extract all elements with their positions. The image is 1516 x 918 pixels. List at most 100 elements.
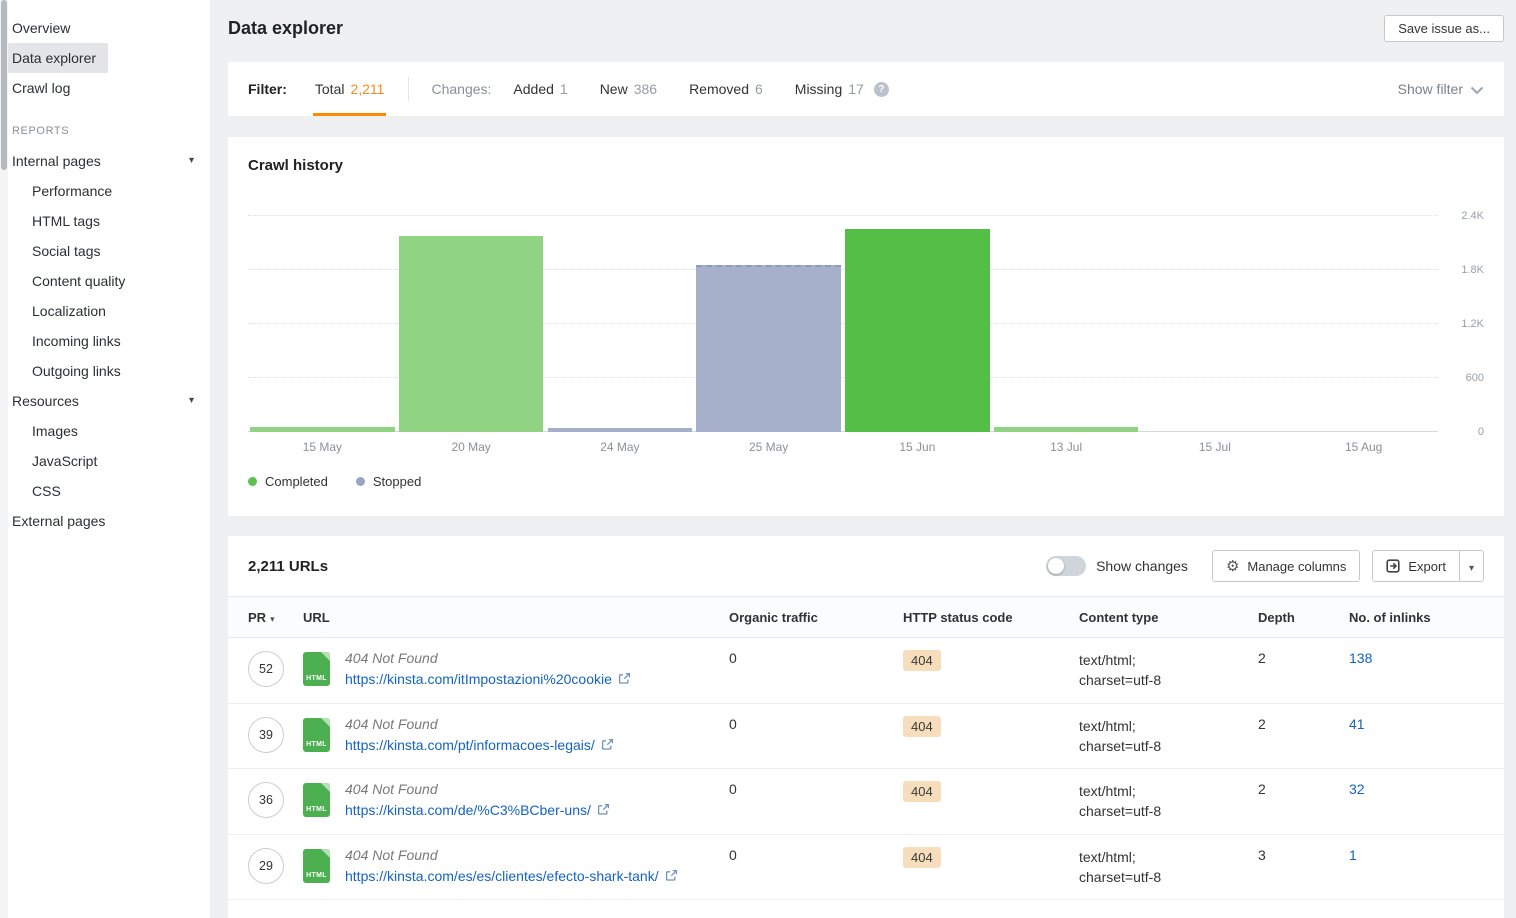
filter-missing[interactable]: Missing 17 <box>793 62 866 116</box>
chart-bar-15-jun[interactable] <box>845 229 989 432</box>
table-row: 29 HTML 404 Not Found https://kinsta.com… <box>228 835 1504 901</box>
status-badge: 404 <box>903 847 941 868</box>
legend-label: Completed <box>265 474 328 489</box>
url-link[interactable]: https://kinsta.com/pt/informacoes-legais… <box>345 737 595 753</box>
help-icon[interactable]: ? <box>874 82 889 97</box>
column-header-content-type[interactable]: Content type <box>1079 610 1258 625</box>
external-link-icon[interactable] <box>601 738 614 751</box>
filter-new[interactable]: New 386 <box>598 62 659 116</box>
changes-label: Changes: <box>431 81 491 97</box>
x-axis-label: 20 May <box>397 440 546 454</box>
divider <box>408 77 409 101</box>
scrollbar-track[interactable] <box>0 0 8 918</box>
sidebar-item-content-quality[interactable]: Content quality <box>8 266 210 296</box>
content-type-value: text/html;charset=utf-8 <box>1079 847 1258 888</box>
inlinks-link[interactable]: 41 <box>1349 716 1365 732</box>
chart-bar-13-jul[interactable] <box>994 427 1138 432</box>
sidebar-item-css[interactable]: CSS <box>8 476 210 506</box>
html-file-icon: HTML <box>303 718 330 752</box>
show-changes-toggle[interactable] <box>1046 556 1086 576</box>
pr-badge: 52 <box>248 651 284 687</box>
chart-bar-15-may[interactable] <box>250 427 394 432</box>
bar-slot <box>546 216 695 432</box>
sort-desc-icon: ▾ <box>270 614 275 624</box>
x-axis-label: 13 Jul <box>992 440 1141 454</box>
chart-legend: Completed Stopped <box>248 474 1484 489</box>
legend-item-stopped[interactable]: Stopped <box>356 474 421 489</box>
url-link[interactable]: https://kinsta.com/es/es/clientes/efecto… <box>345 868 659 884</box>
filter-total[interactable]: Total 2,211 <box>313 62 387 116</box>
scrollbar-thumb[interactable] <box>1 0 7 170</box>
column-header-organic-traffic[interactable]: Organic traffic <box>729 610 903 625</box>
save-issue-as-button[interactable]: Save issue as... <box>1384 15 1504 42</box>
filter-added[interactable]: Added 1 <box>511 62 569 116</box>
table-row: 36 HTML 404 Not Found https://kinsta.com… <box>228 769 1504 835</box>
page-title-text: 404 Not Found <box>345 847 678 863</box>
sidebar-item-outgoing-links[interactable]: Outgoing links <box>8 356 210 386</box>
pr-badge: 36 <box>248 782 284 818</box>
column-header-depth[interactable]: Depth <box>1258 610 1349 625</box>
active-filter-underline <box>313 113 387 116</box>
x-axis-label: 15 May <box>248 440 397 454</box>
completed-dot-icon <box>248 477 257 486</box>
crawl-history-card: Crawl history 06001.2K1.8K2.4K 15 May20 … <box>228 137 1504 516</box>
filter-removed[interactable]: Removed 6 <box>687 62 765 116</box>
url-link[interactable]: https://kinsta.com/itImpostazioni%20cook… <box>345 671 612 687</box>
chart-bar-24-may[interactable] <box>548 428 692 432</box>
x-axis-label: 15 Aug <box>1289 440 1438 454</box>
sidebar-item-resources[interactable]: Resources ▾ <box>8 386 206 416</box>
chevron-down-icon: ▾ <box>189 146 194 176</box>
sidebar-item-javascript[interactable]: JavaScript <box>8 446 210 476</box>
manage-columns-label: Manage columns <box>1247 559 1346 574</box>
table-header-row: PR▾ URL Organic traffic HTTP status code… <box>228 596 1504 638</box>
url-link[interactable]: https://kinsta.com/de/%C3%BCber-uns/ <box>345 802 591 818</box>
column-header-url[interactable]: URL <box>303 610 729 625</box>
external-link-icon[interactable] <box>597 803 610 816</box>
external-link-icon[interactable] <box>618 672 631 685</box>
sidebar-item-performance[interactable]: Performance <box>8 176 210 206</box>
reports-section-header: REPORTS <box>8 116 210 146</box>
inlinks-link[interactable]: 1 <box>1349 847 1357 863</box>
y-axis-tick: 600 <box>1442 372 1484 384</box>
x-axis-label: 15 Jul <box>1141 440 1290 454</box>
y-axis-tick: 0 <box>1442 426 1484 438</box>
export-dropdown-button[interactable]: ▾ <box>1460 550 1484 582</box>
organic-traffic-value: 0 <box>729 650 903 666</box>
export-button[interactable]: Export <box>1372 550 1460 582</box>
organic-traffic-value: 0 <box>729 781 903 797</box>
sidebar-item-incoming-links[interactable]: Incoming links <box>8 326 210 356</box>
sidebar-item-internal-pages[interactable]: Internal pages ▾ <box>8 146 206 176</box>
y-axis-tick: 2.4K <box>1442 210 1484 222</box>
sidebar-item-data-explorer[interactable]: Data explorer <box>8 43 108 73</box>
show-changes-label: Show changes <box>1096 558 1188 574</box>
sidebar-item-images[interactable]: Images <box>8 416 210 446</box>
column-header-http-status[interactable]: HTTP status code <box>903 610 1079 625</box>
column-header-pr[interactable]: PR▾ <box>248 610 303 625</box>
chevron-down-icon: ▾ <box>189 386 194 416</box>
external-link-icon[interactable] <box>665 869 678 882</box>
show-filter-button[interactable]: Show filter <box>1398 81 1484 97</box>
table-row: 52 HTML 404 Not Found https://kinsta.com… <box>228 638 1504 704</box>
content-type-value: text/html;charset=utf-8 <box>1079 781 1258 822</box>
sidebar-item-html-tags[interactable]: HTML tags <box>8 206 210 236</box>
x-axis-label: 15 Jun <box>843 440 992 454</box>
column-header-inlinks[interactable]: No. of inlinks <box>1349 610 1484 625</box>
sidebar-item-overview[interactable]: Overview <box>8 13 206 43</box>
content-type-value: text/html;charset=utf-8 <box>1079 716 1258 757</box>
sidebar-item-crawl-log[interactable]: Crawl log <box>8 73 206 103</box>
sidebar-item-localization[interactable]: Localization <box>8 296 210 326</box>
chart-bar-20-may[interactable] <box>399 236 543 432</box>
sidebar: Overview Data explorer Crawl log REPORTS… <box>8 0 210 918</box>
legend-item-completed[interactable]: Completed <box>248 474 328 489</box>
page-title-text: 404 Not Found <box>345 781 610 797</box>
sidebar-item-external-pages[interactable]: External pages <box>8 506 206 536</box>
chevron-down-icon: ▾ <box>1469 563 1474 574</box>
main-content: Data explorer Save issue as... Filter: T… <box>210 0 1516 918</box>
manage-columns-button[interactable]: ⚙ Manage columns <box>1212 550 1360 582</box>
sidebar-item-social-tags[interactable]: Social tags <box>8 236 210 266</box>
inlinks-link[interactable]: 32 <box>1349 781 1365 797</box>
inlinks-link[interactable]: 138 <box>1349 650 1372 666</box>
table-toolbar: 2,211 URLs Show changes ⚙ Manage columns… <box>228 536 1504 596</box>
bar-slot <box>694 216 843 432</box>
chart-bar-25-may[interactable] <box>696 265 840 432</box>
